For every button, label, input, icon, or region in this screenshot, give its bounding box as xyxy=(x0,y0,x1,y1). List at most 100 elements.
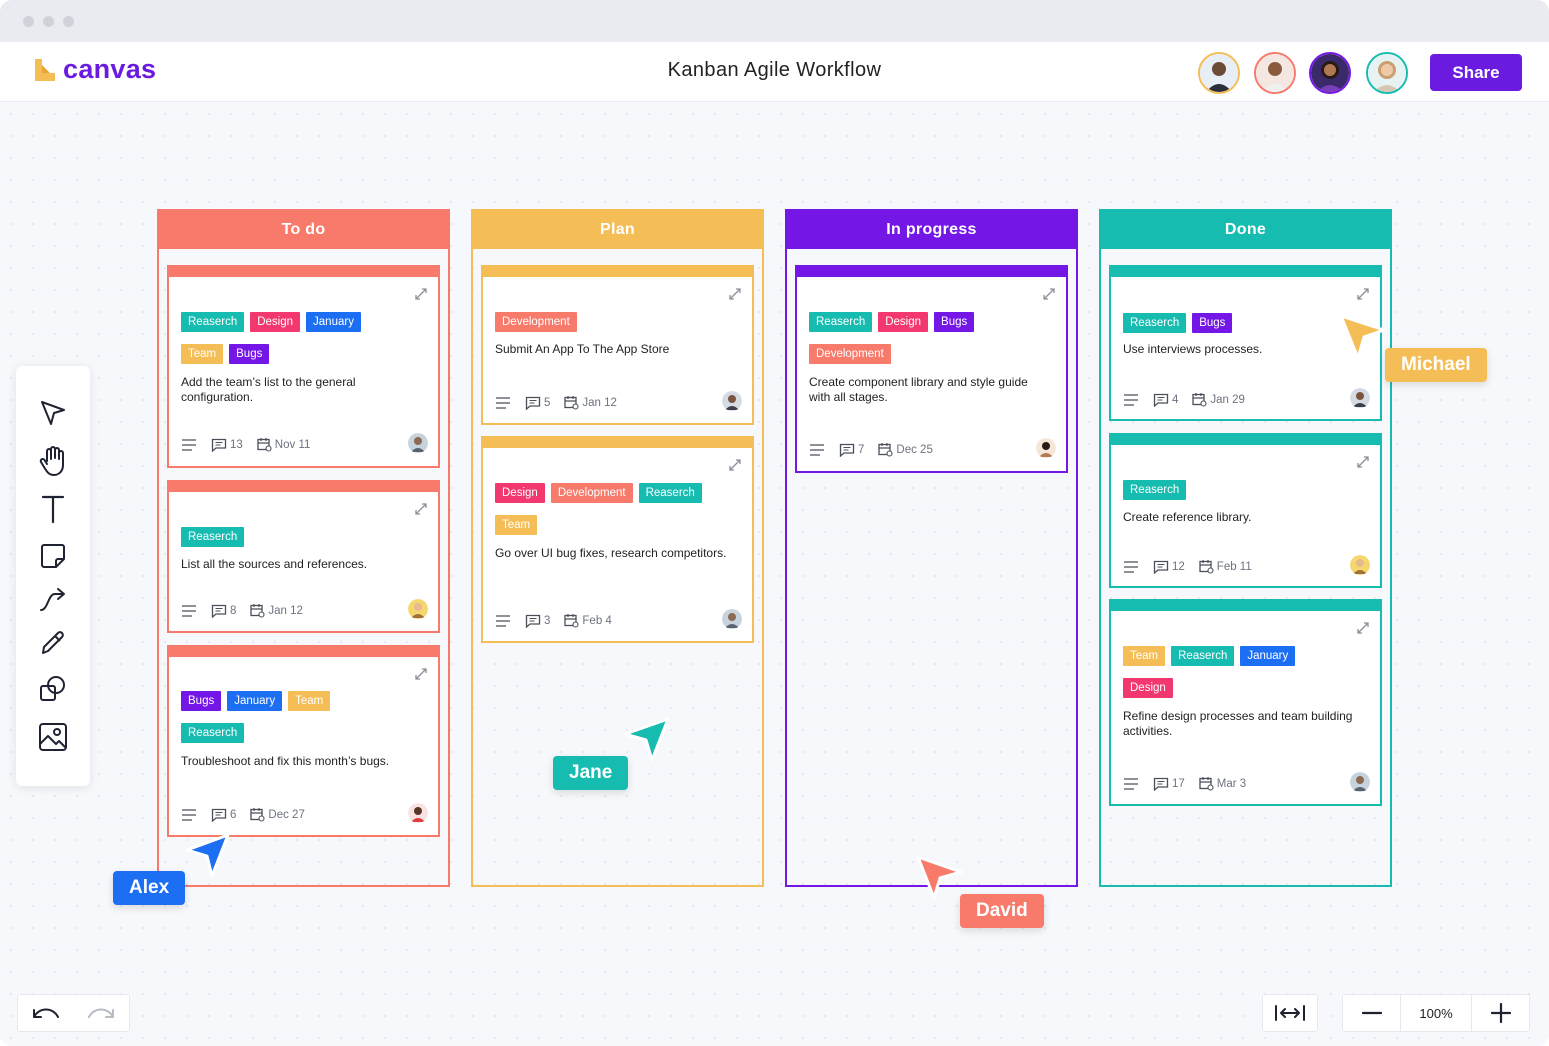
tag-team[interactable]: Team xyxy=(288,691,331,711)
card-meta: 7 Dec 25 xyxy=(809,442,941,457)
kanban-card[interactable]: Design Development Reaserch Team Go over… xyxy=(481,436,754,643)
expand-icon[interactable] xyxy=(414,667,428,681)
tag-research[interactable]: Reaserch xyxy=(638,483,702,503)
assignee-avatar[interactable] xyxy=(1350,555,1370,575)
pen-tool[interactable] xyxy=(38,628,68,658)
collaborator-cursor-icon xyxy=(1339,314,1386,360)
assignee-avatar[interactable] xyxy=(722,391,742,411)
expand-icon[interactable] xyxy=(1042,287,1056,301)
zoom-level: 100% xyxy=(1419,1005,1453,1021)
kanban-card[interactable]: Development Submit An App To The App Sto… xyxy=(481,265,754,425)
due-date: Dec 25 xyxy=(896,443,933,456)
tag-january[interactable]: January xyxy=(306,312,361,332)
connector-tool[interactable] xyxy=(38,585,68,615)
tag-bugs[interactable]: Bugs xyxy=(1192,313,1233,333)
share-button[interactable]: Share xyxy=(1430,54,1522,91)
redo-button[interactable] xyxy=(74,1004,130,1022)
plus-icon xyxy=(1490,1003,1511,1023)
expand-icon[interactable] xyxy=(1356,287,1370,301)
due-date: Jan 12 xyxy=(582,396,617,409)
expand-icon[interactable] xyxy=(414,287,428,301)
fit-width-button[interactable] xyxy=(1262,994,1318,1032)
expand-icon[interactable] xyxy=(1356,455,1370,469)
card-tags: Team Reaserch January Design xyxy=(1123,646,1296,710)
cursor-label-jane: Jane xyxy=(553,756,629,790)
expand-icon[interactable] xyxy=(1356,621,1370,635)
kanban-card[interactable]: Reaserch Design Bugs Development Create … xyxy=(795,265,1068,473)
kanban-card[interactable]: Bugs January Team Reaserch Troubleshoot … xyxy=(167,645,440,837)
card-description: Refine design processes and team buildin… xyxy=(1123,709,1353,738)
assignee-avatar[interactable] xyxy=(722,609,742,629)
tag-january[interactable]: January xyxy=(1240,646,1296,666)
tag-team[interactable]: Team xyxy=(181,344,224,364)
window-minimize-dot[interactable] xyxy=(43,16,54,27)
assignee-avatar[interactable] xyxy=(1350,772,1370,792)
tag-bugs[interactable]: Bugs xyxy=(229,344,270,364)
tag-design[interactable]: Design xyxy=(1123,678,1173,698)
undo-button[interactable] xyxy=(18,1004,74,1022)
expand-icon[interactable] xyxy=(728,287,742,301)
assignee-avatar[interactable] xyxy=(408,803,428,823)
assignee-avatar[interactable] xyxy=(1350,388,1370,408)
comment-count: 4 xyxy=(1172,393,1179,406)
tag-team[interactable]: Team xyxy=(495,515,538,535)
kanban-card[interactable]: Reaserch List all the sources and refere… xyxy=(167,480,440,633)
card-description: Troubleshoot and fix this month’s bugs. xyxy=(181,754,390,768)
tag-research[interactable]: Reaserch xyxy=(1123,480,1187,500)
text-icon xyxy=(41,495,65,524)
undo-icon xyxy=(32,1008,59,1018)
card-meta: 13 Nov 11 xyxy=(181,437,318,452)
kanban-card[interactable]: Reaserch Design January Team Bugs Add th… xyxy=(167,265,440,468)
due-date: Mar 3 xyxy=(1216,777,1247,790)
window-close-dot[interactable] xyxy=(23,16,34,27)
hand-tool[interactable] xyxy=(38,446,68,476)
zoom-in-button[interactable] xyxy=(1471,995,1529,1031)
tag-design[interactable]: Design xyxy=(495,483,545,503)
tag-design[interactable]: Design xyxy=(250,312,301,332)
collaborator-avatar[interactable] xyxy=(1366,52,1408,94)
collaborator-avatar[interactable] xyxy=(1198,52,1240,94)
kanban-card[interactable]: Reaserch Create reference library. 12 Fe… xyxy=(1109,433,1382,588)
tag-research[interactable]: Reaserch xyxy=(809,312,873,332)
tag-bugs[interactable]: Bugs xyxy=(181,691,222,711)
column-title: To do xyxy=(159,211,448,249)
shapes-icon xyxy=(40,676,65,701)
zoom-out-button[interactable] xyxy=(1343,995,1401,1031)
comment-icon xyxy=(211,438,227,452)
tag-research[interactable]: Reaserch xyxy=(181,527,245,547)
redo-icon xyxy=(88,1008,115,1018)
assignee-avatar[interactable] xyxy=(408,599,428,619)
collaborator-avatar[interactable] xyxy=(1254,52,1296,94)
card-color-strip xyxy=(481,436,754,448)
tag-research[interactable]: Reaserch xyxy=(1171,646,1235,666)
card-tags: Development xyxy=(495,312,577,344)
cursor-label-michael: Michael xyxy=(1385,348,1487,382)
assignee-avatar[interactable] xyxy=(408,433,428,453)
select-tool[interactable] xyxy=(38,398,68,428)
window-maximize-dot[interactable] xyxy=(63,16,74,27)
tag-research[interactable]: Reaserch xyxy=(1123,313,1187,333)
description-icon xyxy=(1124,560,1138,573)
image-tool[interactable] xyxy=(38,722,68,752)
tag-development[interactable]: Development xyxy=(495,312,577,332)
card-tags: Reaserch Design Bugs Development xyxy=(809,312,975,376)
tag-design[interactable]: Design xyxy=(878,312,929,332)
text-tool[interactable] xyxy=(38,494,68,524)
calendar-icon xyxy=(250,604,265,618)
card-description: Use interviews processes. xyxy=(1123,342,1263,356)
tag-team[interactable]: Team xyxy=(1123,646,1166,666)
collaborator-avatar[interactable] xyxy=(1309,52,1351,94)
assignee-avatar[interactable] xyxy=(1036,438,1056,458)
tag-research[interactable]: Reaserch xyxy=(181,312,245,332)
tag-january[interactable]: January xyxy=(227,691,283,711)
shapes-tool[interactable] xyxy=(38,674,68,704)
tag-bugs[interactable]: Bugs xyxy=(934,312,975,332)
tag-development[interactable]: Development xyxy=(809,344,891,364)
expand-icon[interactable] xyxy=(414,502,428,516)
card-meta: 6 Dec 27 xyxy=(181,807,313,822)
tag-research[interactable]: Reaserch xyxy=(181,723,245,743)
tag-development[interactable]: Development xyxy=(550,483,633,503)
kanban-card[interactable]: Team Reaserch January Design Refine desi… xyxy=(1109,599,1382,806)
sticky-note-tool[interactable] xyxy=(38,541,68,571)
expand-icon[interactable] xyxy=(728,458,742,472)
